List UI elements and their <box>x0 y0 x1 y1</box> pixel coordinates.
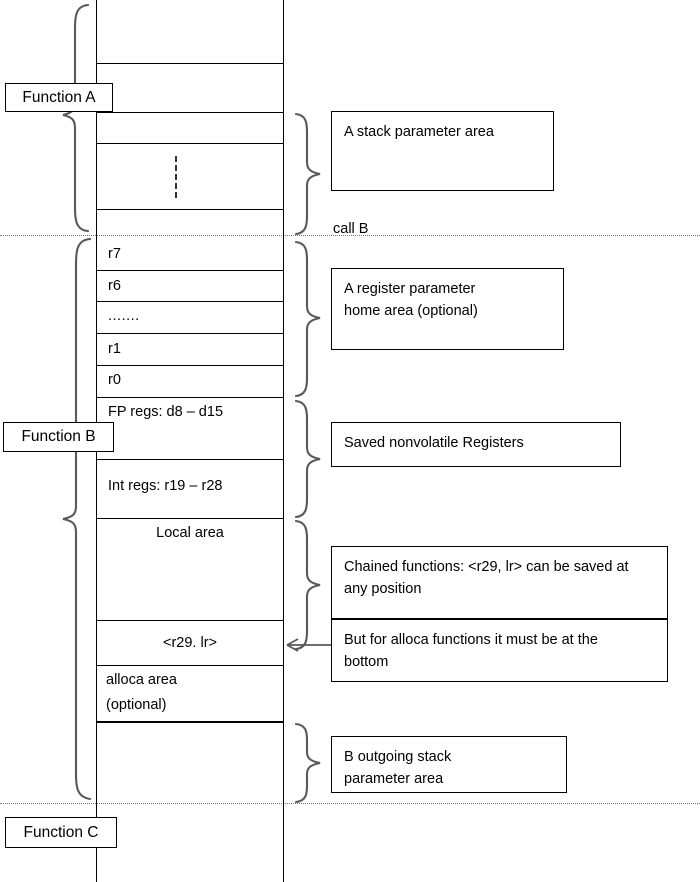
note-saved-nonvolatile: Saved nonvolatile Registers <box>331 422 621 467</box>
note-stack-parameter-area-text: A stack parameter area <box>344 124 494 140</box>
function-a-label[interactable]: Function A <box>5 83 113 112</box>
note-register-home-area-line1: A register parameter <box>344 281 476 297</box>
row-separator <box>96 665 284 666</box>
note-outgoing-params-line2: parameter area <box>344 771 444 788</box>
row-separator-alloca-bottom <box>96 721 284 723</box>
row-separator <box>96 270 284 271</box>
note-outgoing-params-line1: B outgoing stack <box>344 749 452 765</box>
row-separator <box>96 397 284 398</box>
note-alloca-bottom-line2: bottom <box>344 654 389 671</box>
row-label-r6: r6 <box>108 278 121 294</box>
row-separator <box>96 620 284 621</box>
call-b-caption: call B <box>333 221 369 237</box>
brace-saved-nonvolatile <box>294 399 321 519</box>
row-separator <box>96 301 284 302</box>
note-chained-functions-line2: any position <box>344 581 422 598</box>
function-a-label-text: Function A <box>22 88 96 106</box>
note-chained-functions: Chained functions: <r29, lr> can be save… <box>331 546 668 619</box>
row-label-r0: r0 <box>108 372 121 388</box>
brace-outgoing-parameter-area <box>294 722 321 804</box>
stack-frame-diagram: r7 r6 ....... r1 r0 FP regs: d8 – d15 In… <box>0 0 700 882</box>
row-label-int-regs: Int regs: r19 – r28 <box>108 478 223 494</box>
row-label-alloca-line1: alloca area <box>106 672 177 688</box>
row-label-frame-record: <r29. lr> <box>163 635 217 651</box>
note-chained-functions-line1: Chained functions: <r29, lr> can be save… <box>344 559 629 575</box>
row-label-fp-regs: FP regs: d8 – d15 <box>108 404 224 420</box>
brace-function-a <box>62 3 90 233</box>
row-label-alloca-line2: (optional) <box>106 697 167 713</box>
row-label-ellipsis: ....... <box>108 308 140 324</box>
function-b-label[interactable]: Function B <box>3 422 114 452</box>
brace-register-home-area <box>294 240 321 398</box>
row-separator <box>96 459 284 460</box>
row-separator <box>96 63 284 64</box>
note-saved-nonvolatile-text: Saved nonvolatile Registers <box>344 435 524 451</box>
row-separator <box>96 143 284 144</box>
note-outgoing-params: B outgoing stack parameter area <box>331 736 567 793</box>
row-separator <box>96 112 284 113</box>
note-alloca-bottom-line1: But for alloca functions it must be at t… <box>344 632 598 648</box>
row-separator <box>96 365 284 366</box>
boundary-function-b-c <box>0 803 700 804</box>
brace-function-b <box>62 237 92 801</box>
function-b-label-text: Function B <box>21 428 96 445</box>
vertical-ellipsis-icon <box>175 156 177 198</box>
note-stack-parameter-area: A stack parameter area <box>331 111 554 191</box>
note-register-home-area-line2: home area (optional) <box>344 303 478 320</box>
function-c-label[interactable]: Function C <box>5 817 117 848</box>
brace-stack-parameter-area <box>294 112 321 236</box>
row-label-r7: r7 <box>108 246 121 262</box>
function-c-label-text: Function C <box>23 823 99 841</box>
note-alloca-bottom: But for alloca functions it must be at t… <box>331 619 668 682</box>
row-label-r1: r1 <box>108 341 121 357</box>
row-separator <box>96 518 284 519</box>
arrow-to-frame-record <box>286 638 336 652</box>
row-label-local-area: Local area <box>156 525 224 541</box>
note-register-home-area: A register parameter home area (optional… <box>331 268 564 350</box>
row-separator <box>96 209 284 210</box>
stack-column-right-edge <box>283 0 284 882</box>
row-separator <box>96 333 284 334</box>
